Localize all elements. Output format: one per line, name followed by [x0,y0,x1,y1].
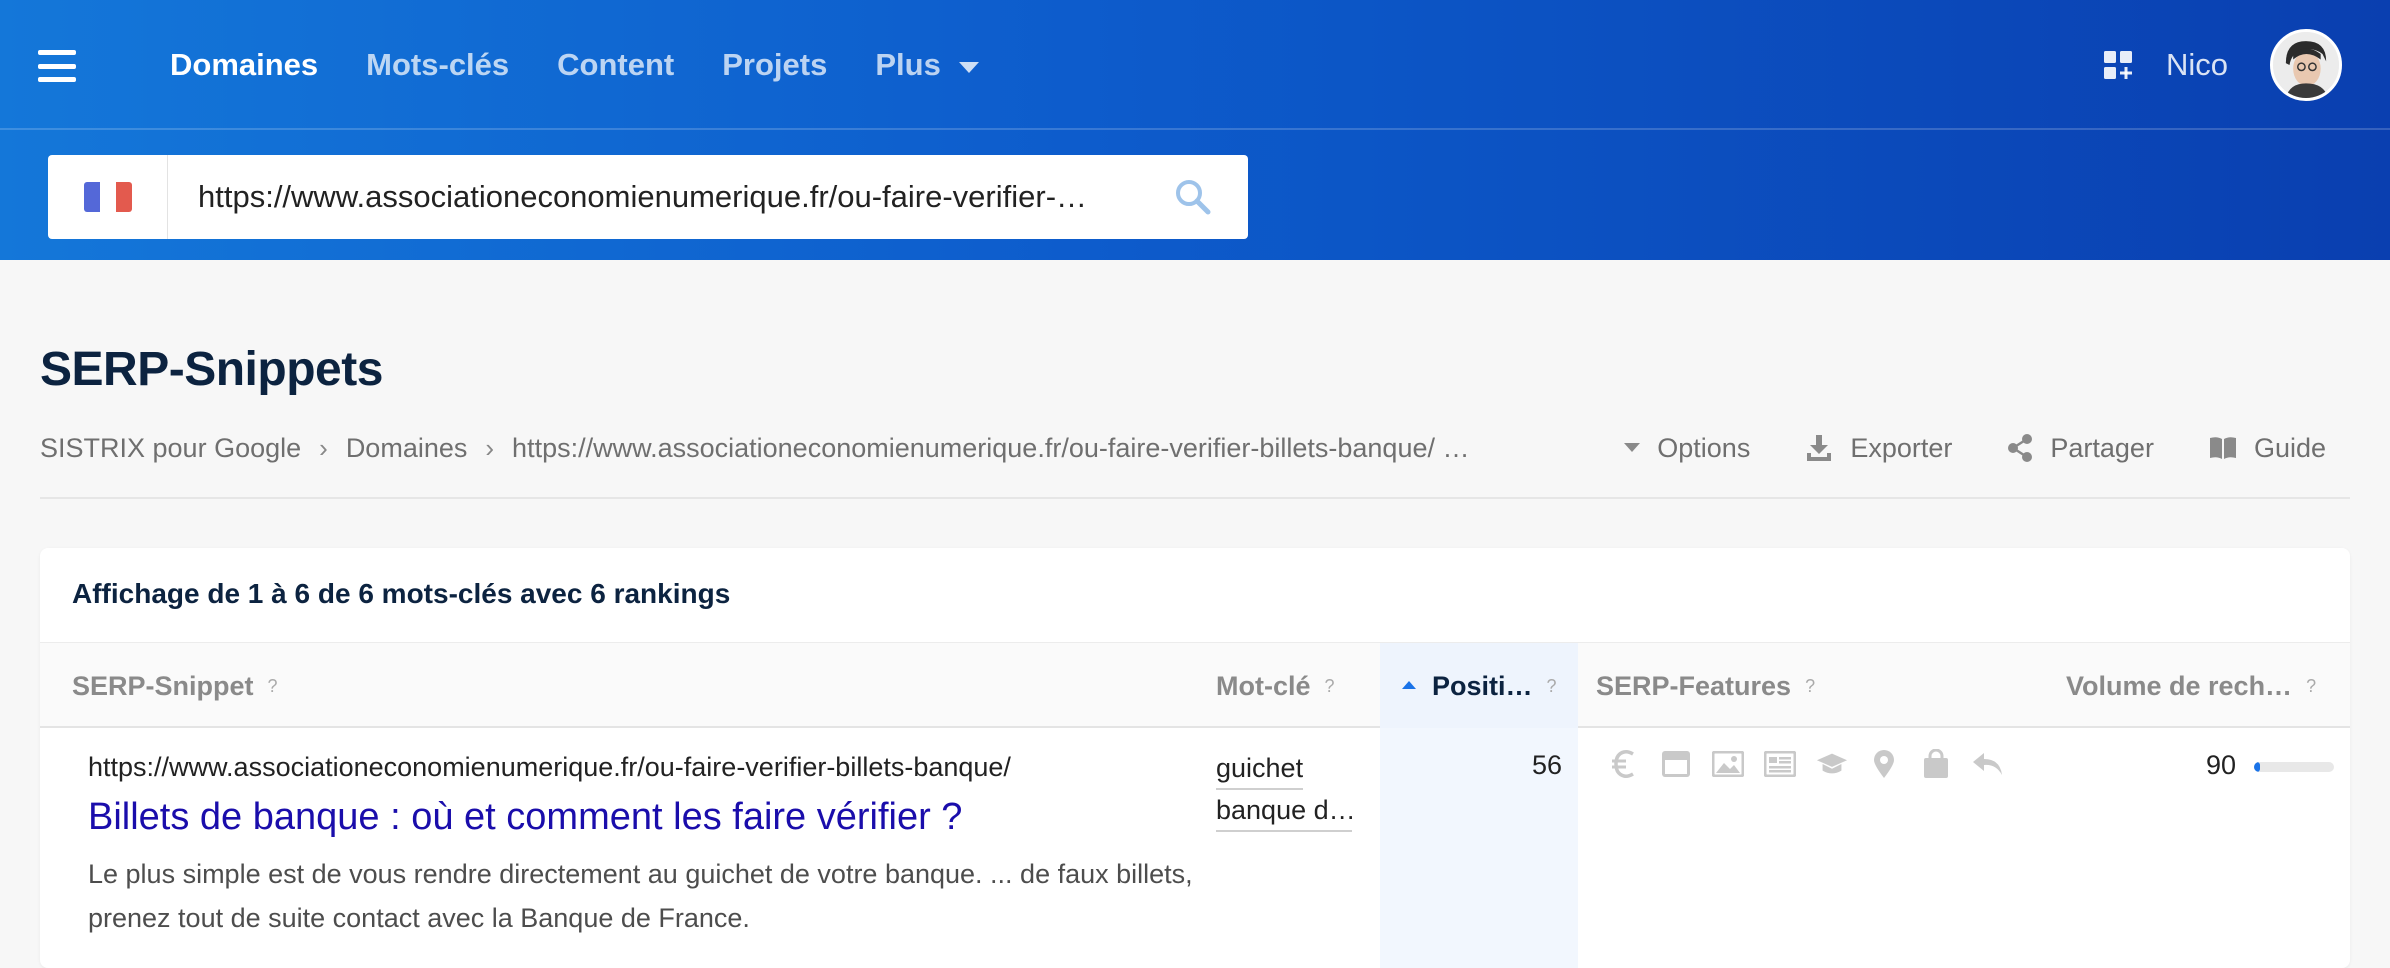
top-header: Domaines Mots-clés Content Projets Plus … [0,0,2390,260]
nav-item-mots-cles[interactable]: Mots-clés [366,47,509,83]
table-row: https://www.associationeconomienumerique… [40,728,2350,968]
snippet-title-link[interactable]: Billets de banque : où et comment les fa… [88,796,962,839]
country-selector[interactable] [48,155,168,239]
share-label: Partager [2050,432,2154,463]
column-header-features[interactable]: SERP-Features ? [1596,643,1815,729]
caret-down-icon [1624,443,1641,452]
options-button[interactable]: Options [1623,433,1750,464]
book-icon [2209,437,2236,459]
education-icon [1816,748,1848,780]
column-header-position[interactable]: Positi… ? [1380,643,1578,729]
column-header-keyword[interactable]: Mot-clé ? [1216,643,1335,729]
help-icon[interactable]: ? [1325,676,1335,697]
shopping-icon [1920,748,1952,780]
column-header-snippet-label: SERP-Snippet [72,670,254,701]
column-header-position-label: Positi… [1432,670,1533,701]
apps-icon[interactable] [2102,49,2134,81]
search-volume-value: 90 [2205,750,2236,780]
nav-item-plus[interactable]: Plus [875,47,979,83]
image-icon [1712,748,1744,780]
column-header-features-label: SERP-Features [1596,670,1792,701]
nav-links: Domaines Mots-clés Content Projets Plus [170,0,979,130]
results-card: Affichage de 1 à 6 de 6 mots-clés avec 6… [40,548,2350,968]
keyword-line-2: banque d… [1216,790,1352,832]
share-button[interactable]: Partager [2006,433,2154,464]
menu-icon[interactable] [38,50,76,82]
news-icon [1764,748,1796,780]
breadcrumb-item-domaines[interactable]: Domaines [346,433,468,464]
breadcrumb: SISTRIX pour Google › Domaines › https:/… [40,430,1469,466]
search-icon [1176,180,1211,215]
position-value: 56 [1531,750,1562,780]
help-icon[interactable]: ? [1547,676,1557,697]
download-icon [1807,435,1832,461]
column-header-keyword-label: Mot-clé [1216,670,1311,701]
help-icon[interactable]: ? [268,676,278,697]
page-title: SERP-Snippets [40,343,383,396]
guide-label: Guide [2253,432,2326,463]
search-volume-bar-fill [2254,762,2261,772]
nav-user-area: Nico [2102,0,2342,130]
export-button[interactable]: Exporter [1804,433,1952,464]
column-header-volume[interactable]: Volume de rech… ? [2066,643,2316,729]
france-flag-icon [83,182,132,212]
card-icon [1660,748,1692,780]
avatar[interactable] [2270,29,2342,101]
search-input[interactable] [168,155,1138,239]
breadcrumb-item-url[interactable]: https://www.associationeconomienumerique… [512,433,1469,464]
breadcrumb-item-sistrix[interactable]: SISTRIX pour Google [40,433,301,464]
nav-item-projets[interactable]: Projets [722,47,827,83]
search-volume-bar [2254,762,2334,772]
reply-icon [1972,748,2004,780]
chevron-right-icon: › [485,432,495,463]
nav-item-plus-label: Plus [875,47,941,82]
table-header: SERP-Snippet ? Mot-clé ? Positi… ? SERP-… [40,642,2350,729]
domain-search-bar [48,155,1248,239]
divider [40,497,2350,499]
snippet-url: https://www.associationeconomienumerique… [88,752,1011,782]
column-header-snippet[interactable]: SERP-Snippet ? [72,643,278,729]
snippet-description: Le plus simple est de vous rendre direct… [88,859,1193,933]
guide-button[interactable]: Guide [2208,433,2326,464]
sort-ascending-icon [1402,681,1416,689]
options-label: Options [1657,432,1751,463]
nav-item-content[interactable]: Content [557,47,674,83]
search-button[interactable] [1138,155,1248,239]
keyword-link[interactable]: guichet banque d… [1216,748,1352,832]
keyword-line-1: guichet [1216,748,1304,790]
serp-features [1608,748,2004,780]
location-icon [1868,748,1900,780]
help-icon[interactable]: ? [1805,676,1815,697]
chevron-right-icon: › [319,432,328,463]
share-icon [2008,434,2033,462]
page-actions: Options Exporter Partager Guide [1623,428,2326,468]
column-header-volume-label: Volume de rech… [2066,670,2293,701]
main-nav: Domaines Mots-clés Content Projets Plus … [0,0,2390,130]
chevron-down-icon [958,61,979,73]
results-summary: Affichage de 1 à 6 de 6 mots-clés avec 6… [72,578,731,609]
user-name[interactable]: Nico [2166,47,2228,83]
help-icon[interactable]: ? [2306,676,2316,697]
export-label: Exporter [1850,432,1953,463]
nav-item-domaines[interactable]: Domaines [170,47,318,83]
euro-icon [1608,748,1640,780]
